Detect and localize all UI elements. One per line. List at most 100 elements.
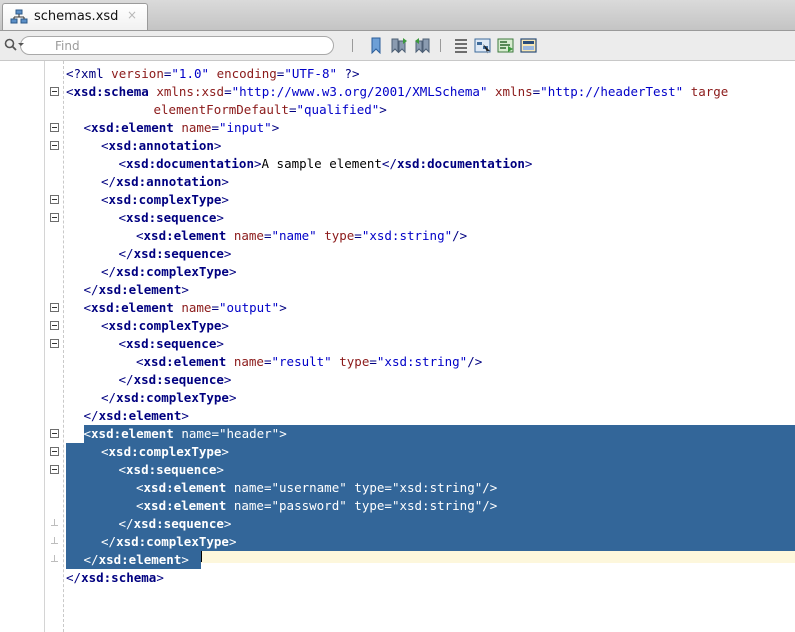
code-editor[interactable]: <?xml version="1.0" encoding="UTF-8" ?> <… (0, 61, 795, 632)
code-token: < (101, 192, 109, 207)
layout-icon[interactable] (520, 37, 538, 54)
code-token: /> (452, 228, 468, 243)
code-token: xsd:annotation (116, 174, 222, 189)
code-token: > (216, 210, 224, 225)
code-line[interactable]: </xsd:complexType> (101, 389, 236, 407)
code-line[interactable]: <xsd:element name="result" type="xsd:str… (136, 353, 482, 371)
code-token: < (101, 318, 109, 333)
code-line[interactable]: <xsd:sequence> (119, 335, 224, 353)
gutter-divider (44, 61, 45, 632)
code-token: version (111, 66, 164, 81)
code-token: </ (381, 156, 397, 171)
code-token: > (223, 516, 232, 531)
code-line[interactable]: </xsd:element> (84, 551, 189, 569)
code-token: < (83, 120, 92, 135)
code-token: > (228, 534, 237, 549)
code-token: "1.0" (171, 66, 210, 81)
code-token: xsd:complexType (116, 534, 229, 549)
code-token: > (223, 246, 232, 261)
code-token: = (384, 480, 392, 495)
code-token: name (233, 498, 264, 513)
code-token: "username" (271, 480, 347, 495)
fold-toggle-icon[interactable] (50, 141, 59, 150)
code-line[interactable]: </xsd:sequence> (119, 245, 232, 263)
code-line[interactable]: </xsd:sequence> (119, 515, 232, 533)
code-token: "header" (219, 426, 280, 441)
fold-toggle-icon[interactable] (50, 429, 59, 438)
close-tab-icon[interactable]: × (127, 8, 137, 22)
fold-toggle-icon[interactable] (50, 447, 59, 456)
code-token: "UTF-8" (284, 66, 337, 81)
code-line[interactable]: <xsd:annotation> (101, 137, 221, 155)
toggle-bookmark-icon[interactable] (367, 37, 385, 54)
code-line[interactable]: <xsd:element name="username" type="xsd:s… (136, 479, 497, 497)
source-view-icon[interactable] (497, 37, 515, 54)
code-token: > (223, 372, 232, 387)
code-line[interactable]: <xsd:element name="header"> (84, 425, 287, 443)
search-icon[interactable] (4, 38, 26, 52)
code-token: targe (690, 84, 729, 99)
code-token: name (181, 426, 212, 441)
code-token: < (136, 228, 144, 243)
fold-toggle-icon[interactable] (50, 465, 59, 474)
fold-toggle-icon[interactable] (50, 87, 59, 96)
code-line[interactable]: </xsd:schema> (66, 569, 164, 587)
code-line[interactable]: <xsd:complexType> (101, 191, 229, 209)
tab-schemas-xsd[interactable]: schemas.xsd × (2, 3, 148, 30)
fold-toggle-icon[interactable] (50, 321, 59, 330)
code-line[interactable]: <xsd:element name="password" type="xsd:s… (136, 497, 497, 515)
code-line[interactable]: <xsd:element name="output"> (84, 299, 287, 317)
code-token: > (213, 138, 222, 153)
code-token: xsd:complexType (116, 390, 229, 405)
code-token: </ (118, 516, 134, 531)
code-line[interactable]: <xsd:sequence> (119, 461, 224, 479)
fold-toggle-icon[interactable] (50, 123, 59, 132)
code-line[interactable]: </xsd:sequence> (119, 371, 232, 389)
code-token: xsd:schema (73, 84, 149, 99)
find-box[interactable] (4, 36, 334, 55)
fold-toggle-icon[interactable] (50, 213, 59, 222)
code-token: > (271, 120, 280, 135)
code-token: > (228, 264, 237, 279)
code-token: /> (482, 498, 498, 513)
code-line[interactable]: <xsd:sequence> (119, 209, 224, 227)
code-token: name (181, 120, 212, 135)
code-token: > (253, 156, 262, 171)
code-line[interactable]: <xsd:schema xmlns:xsd="http://www.w3.org… (66, 83, 728, 101)
code-token: > (279, 426, 287, 441)
search-input[interactable] (55, 38, 325, 53)
code-line[interactable]: <xsd:element name="input"> (84, 119, 280, 137)
fold-toggle-icon[interactable] (50, 303, 59, 312)
code-token: xsd:sequence (133, 246, 224, 261)
code-line[interactable]: <?xml version="1.0" encoding="UTF-8" ?> (66, 65, 360, 83)
code-line[interactable]: </xsd:annotation> (101, 173, 229, 191)
code-line[interactable]: </xsd:complexType> (101, 533, 236, 551)
code-token: ?> (344, 66, 360, 81)
code-token: xsd:element (143, 498, 227, 513)
indent-icon[interactable] (452, 37, 470, 54)
fold-toggle-icon[interactable] (50, 339, 59, 348)
code-line[interactable]: </xsd:element> (84, 407, 189, 425)
code-token: type (339, 354, 370, 369)
code-line[interactable]: </xsd:element> (84, 281, 189, 299)
code-token: > (221, 174, 229, 189)
next-bookmark-icon[interactable] (414, 37, 432, 54)
code-line[interactable]: <xsd:element name="name" type="xsd:strin… (136, 227, 467, 245)
fold-end-marker (51, 519, 58, 526)
code-line[interactable]: <xsd:complexType> (101, 317, 229, 335)
code-line[interactable]: </xsd:complexType> (101, 263, 236, 281)
code-token: </ (66, 570, 82, 585)
previous-bookmark-icon[interactable] (390, 37, 408, 54)
code-token: xsd:sequence (126, 336, 217, 351)
code-line[interactable]: elementFormDefault="qualified"> (154, 101, 387, 119)
design-view-icon[interactable] (474, 37, 492, 54)
fold-toggle-icon[interactable] (50, 195, 59, 204)
fold-end-marker (51, 537, 58, 544)
code-line[interactable]: <xsd:documentation>A sample element</xsd… (119, 155, 533, 173)
code-token: <?xml (66, 66, 104, 81)
code-token: xsd:annotation (108, 138, 214, 153)
code-line[interactable]: <xsd:complexType> (101, 443, 229, 461)
